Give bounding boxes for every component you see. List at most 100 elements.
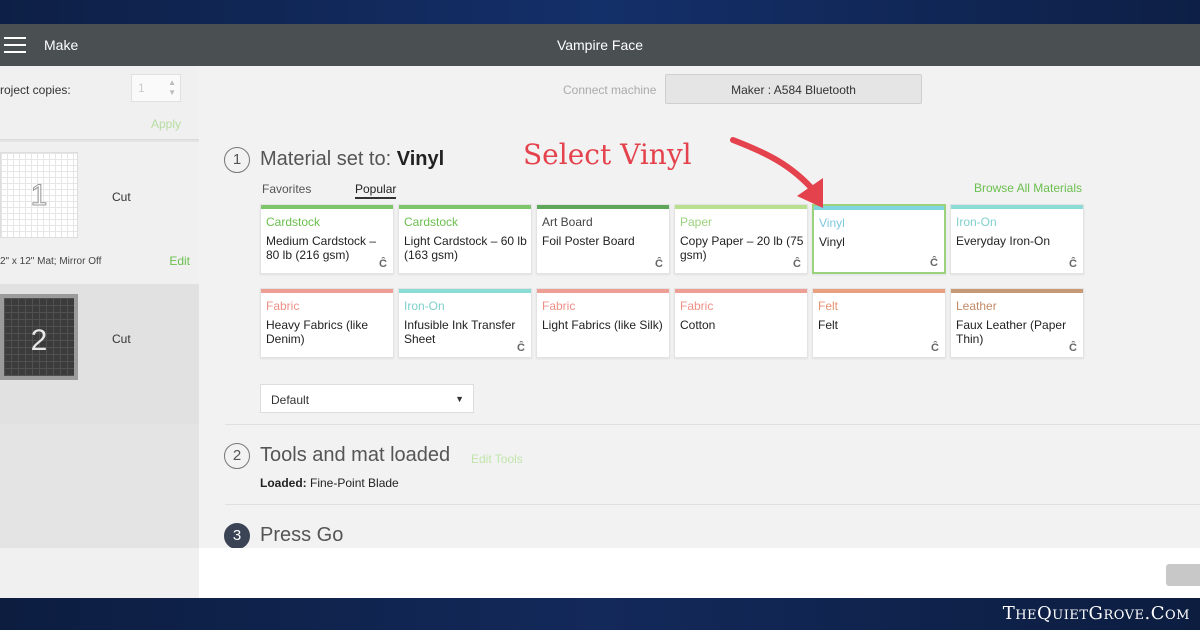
material-category: Art Board [542, 215, 593, 229]
material-set-value: Vinyl [396, 148, 445, 170]
mat-sidebar: roject copies: 1 ▲ ▼ Apply 1 Cut 2" x 12"… [0, 66, 199, 548]
cricut-material-icon: Ĉ [517, 342, 525, 354]
material-card[interactable]: Cardstock Light Cardstock – 60 lb (163 gs… [398, 204, 532, 274]
material-color-bar [675, 289, 807, 293]
material-name: Vinyl [819, 235, 845, 249]
step-3-circle: 3 [224, 523, 250, 549]
cricut-material-icon: Ĉ [930, 257, 938, 269]
go-button[interactable] [1166, 564, 1200, 586]
apply-button[interactable]: Apply [151, 117, 181, 131]
material-name: Medium Cardstock – 80 lb (216 gsm) [266, 234, 377, 262]
material-name: Light Fabrics (like Silk) [542, 318, 663, 332]
material-category: Felt [818, 299, 839, 313]
material-name: Faux Leather (Paper Thin) [956, 318, 1067, 346]
bottom-bar-sidebar [0, 548, 199, 598]
select-vinyl-annotation: Select Vinyl [523, 138, 692, 171]
material-category: Cardstock [404, 215, 459, 229]
cricut-material-icon: Ĉ [1069, 342, 1077, 354]
loaded-label: Loaded: [260, 476, 307, 490]
material-name: Foil Poster Board [542, 234, 635, 248]
cricut-material-icon: Ĉ [1069, 258, 1077, 270]
material-color-bar [399, 205, 531, 209]
mat-number: 1 [30, 179, 48, 213]
browse-all-materials-link[interactable]: Browse All Materials [974, 181, 1082, 195]
step-2-title: Tools and mat loaded [260, 444, 451, 466]
material-color-bar [951, 289, 1083, 293]
mat-settings-info: 2" x 12" Mat; Mirror Off [0, 256, 102, 267]
material-category: Cardstock [266, 215, 321, 229]
material-color-bar [261, 205, 393, 209]
material-card[interactable]: Iron-On Infusible Ink Transfer Sheet Ĉ [398, 288, 532, 358]
cricut-material-icon: Ĉ [379, 258, 387, 270]
connect-machine-label: Connect machine [563, 83, 657, 97]
mat-edit-link[interactable]: Edit [169, 254, 190, 268]
step-1-circle: 1 [224, 147, 250, 173]
material-card[interactable]: Art Board Foil Poster Board Ĉ [536, 204, 670, 274]
cricut-material-icon: Ĉ [655, 258, 663, 270]
material-card[interactable]: Cardstock Medium Cardstock – 80 lb (216 g… [260, 204, 394, 274]
mat-action-label: Cut [112, 190, 131, 204]
material-category: Iron-On [956, 215, 997, 229]
screenshot-top-frame [0, 0, 1200, 24]
project-copies-input[interactable]: 1 ▲ ▼ [131, 74, 181, 102]
material-card[interactable]: Fabric Light Fabrics (like Silk) [536, 288, 670, 358]
mat-number: 2 [30, 324, 48, 357]
step-2-circle: 2 [224, 443, 250, 469]
material-category: Leather [956, 299, 997, 313]
material-category: Fabric [680, 299, 714, 313]
pressure-value: Default [271, 393, 310, 407]
project-copies-value: 1 [138, 81, 145, 95]
tab-favorites[interactable]: Favorites [262, 182, 311, 196]
material-color-bar [399, 289, 531, 293]
material-set-label: Material set to: [260, 148, 392, 170]
site-watermark: TheQuietGrove.Com [1002, 603, 1190, 624]
edit-tools-link[interactable]: Edit Tools [471, 452, 523, 466]
step-3-title: Press Go [260, 524, 344, 546]
material-card[interactable]: Iron-On Everyday Iron-On Ĉ [950, 204, 1084, 274]
material-name: Heavy Fabrics (like Denim) [266, 318, 369, 346]
step-1-title: Material set to: Vinyl [260, 148, 444, 171]
copies-stepper-icon[interactable]: ▲ ▼ [168, 78, 176, 98]
caret-down-icon: ▼ [455, 394, 464, 404]
connect-machine-button[interactable]: Maker : A584 Bluetooth [665, 74, 922, 104]
material-category: Paper [680, 215, 713, 229]
material-name: Cotton [680, 318, 716, 332]
title-bar: Make Vampire Face [0, 24, 1200, 66]
material-color-bar [951, 205, 1083, 209]
cricut-material-icon: Ĉ [793, 258, 801, 270]
material-card[interactable]: Felt Felt Ĉ [812, 288, 946, 358]
material-name: Infusible Ink Transfer Sheet [404, 318, 516, 346]
pressure-dropdown[interactable]: Default ▼ [260, 384, 474, 413]
material-card[interactable]: Leather Faux Leather (Paper Thin) Ĉ [950, 288, 1084, 358]
material-name: Everyday Iron-On [956, 234, 1051, 248]
annotation-arrow-icon [730, 137, 823, 208]
project-copies-label: roject copies: [0, 83, 71, 97]
loaded-tools-info: Loaded: Fine-Point Blade [260, 476, 399, 490]
bottom-bar [0, 548, 1200, 598]
section-divider [225, 424, 1200, 425]
material-name: Felt [818, 318, 839, 332]
material-category: Iron-On [404, 299, 445, 313]
project-title: Vampire Face [556, 37, 644, 53]
material-color-bar [537, 289, 669, 293]
mat-thumbnail[interactable]: 2 [0, 294, 78, 380]
section-divider [225, 504, 1200, 505]
material-color-bar [537, 205, 669, 209]
material-name: Copy Paper – 20 lb (75 gsm) [680, 234, 804, 262]
mat-thumbnail[interactable]: 1 [0, 152, 78, 238]
loaded-value: Fine-Point Blade [310, 476, 399, 490]
material-name: Light Cardstock – 60 lb (163 gsm) [404, 234, 527, 262]
material-category: Fabric [542, 299, 576, 313]
tab-popular[interactable]: Popular [355, 182, 397, 199]
project-copies-panel: roject copies: 1 ▲ ▼ Apply [0, 66, 199, 140]
mat-item-2[interactable]: 2 Cut [0, 284, 199, 424]
cricut-material-icon: Ĉ [931, 342, 939, 354]
mat-action-label: Cut [112, 332, 131, 346]
app-window: Make Vampire Face roject copies: 1 ▲ ▼ Ap… [0, 24, 1200, 598]
mat-item-1[interactable]: 1 Cut 2" x 12" Mat; Mirror Off Edit [0, 142, 199, 284]
material-color-bar [261, 289, 393, 293]
material-card[interactable]: Fabric Heavy Fabrics (like Denim) [260, 288, 394, 358]
main-panel: Connect machine Maker : A584 Bluetooth 1… [199, 66, 1200, 549]
material-color-bar [813, 289, 945, 293]
material-card[interactable]: Fabric Cotton [674, 288, 808, 358]
